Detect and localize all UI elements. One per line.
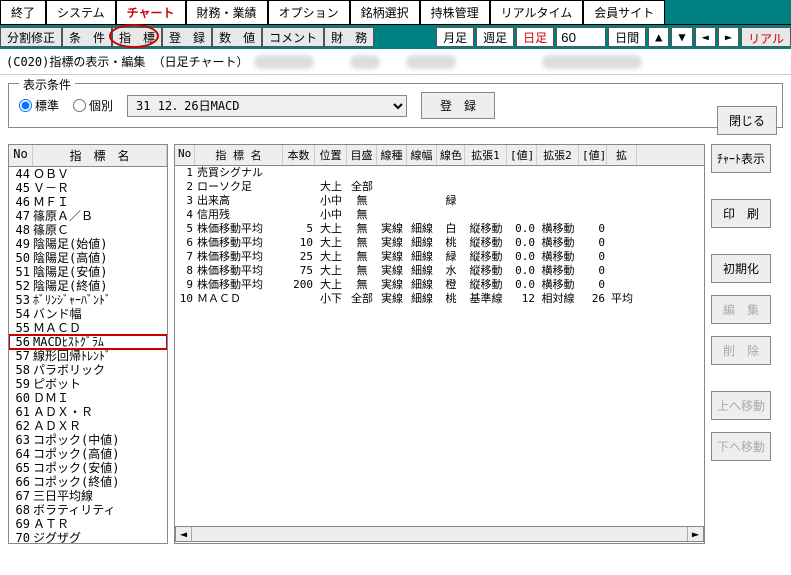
col-name: 指 標 名 [33,145,167,166]
condition-select[interactable]: 31 12．26日MACD [127,95,407,117]
catalog-row[interactable]: 61ＡＤＸ・Ｒ [9,405,167,419]
applied-row[interactable]: 5株価移動平均5大上無実線細線白縦移動0.0横移動0 [175,222,704,236]
toolbar-btn-0[interactable]: 分割修正 [0,27,62,47]
catalog-row[interactable]: 57線形回帰ﾄﾚﾝﾄﾞ [9,349,167,363]
nav-arrow-2[interactable]: ◄ [695,27,716,47]
catalog-row[interactable]: 52陰陽足(終値) [9,279,167,293]
applied-col-3: 位置 [315,145,347,165]
nav-arrow-0[interactable]: ▲ [648,27,669,47]
toolbar-btn-5[interactable]: コメント [262,27,324,47]
window-title: (C020)指標の表示・編集 （日足チャート） [6,53,248,70]
catalog-row[interactable]: 67三日平均線 [9,489,167,503]
indicator-catalog: No 指 標 名 44ＯＢＶ45Ｖ－Ｒ46ＭＦＩ47篠原Ａ／Ｂ48篠原Ｃ49陰陽… [8,144,168,544]
radio-individual[interactable]: 個別 [73,97,113,114]
applied-col-6: 線幅 [407,145,437,165]
close-button[interactable]: 閉じる [717,106,777,135]
catalog-row[interactable]: 48篠原Ｃ [9,223,167,237]
period-unit[interactable]: 日間 [608,27,646,47]
catalog-row[interactable]: 46ＭＦＩ [9,195,167,209]
applied-row[interactable]: 8株価移動平均75大上無実線細線水縦移動0.0横移動0 [175,264,704,278]
period-number[interactable] [556,27,606,47]
move-up-button[interactable]: 上へ移動 [711,391,771,420]
toolbar-btn-6[interactable]: 財 務 [324,27,374,47]
catalog-row[interactable]: 54バンド幅 [9,307,167,321]
applied-col-4: 目盛 [347,145,377,165]
catalog-row[interactable]: 68ボラティリティ [9,503,167,517]
applied-col-9: [値] [507,145,537,165]
top-tab-7[interactable]: リアルタイム [490,0,584,24]
applied-col-2: 本数 [283,145,315,165]
indicator-applied: No指 標 名本数位置目盛線種線幅線色拡張1[値]拡張2[値]拡 1売買シグナル… [174,144,705,544]
edit-button[interactable]: 編 集 [711,295,771,324]
catalog-row[interactable]: 69ＡＴＲ [9,517,167,531]
conditions-legend: 表示条件 [19,76,75,93]
catalog-row[interactable]: 47篠原Ａ／Ｂ [9,209,167,223]
top-tab-2[interactable]: チャート [116,0,186,24]
catalog-row[interactable]: 44ＯＢＶ [9,167,167,181]
period-btn-2[interactable]: 日足 [516,27,554,47]
applied-col-0: No [175,145,195,165]
applied-row[interactable]: 1売買シグナル [175,166,704,180]
toolbar-btn-2[interactable]: 指 標 [112,27,162,47]
catalog-row[interactable]: 49陰陽足(始値) [9,237,167,251]
applied-col-5: 線種 [377,145,407,165]
applied-col-1: 指 標 名 [195,145,283,165]
move-down-button[interactable]: 下へ移動 [711,432,771,461]
catalog-row[interactable]: 45Ｖ－Ｒ [9,181,167,195]
applied-col-12: 拡 [607,145,637,165]
catalog-row[interactable]: 56MACDﾋｽﾄｸﾞﾗﾑ [9,335,167,349]
top-tab-6[interactable]: 持株管理 [420,0,490,24]
applied-row[interactable]: 2ローソク足大上全部 [175,180,704,194]
catalog-row[interactable]: 64コポック(高値) [9,447,167,461]
catalog-row[interactable]: 55ＭＡＣＤ [9,321,167,335]
top-tab-5[interactable]: 銘柄選択 [350,0,420,24]
toolbar-btn-3[interactable]: 登 録 [162,27,212,47]
top-tab-4[interactable]: オプション [268,0,350,24]
top-tab-1[interactable]: システム [46,0,116,24]
applied-row[interactable]: 3出来高小中無緑 [175,194,704,208]
applied-row[interactable]: 4信用残小中無 [175,208,704,222]
catalog-row[interactable]: 66コポック(終値) [9,475,167,489]
catalog-row[interactable]: 65コポック(安値) [9,461,167,475]
applied-row[interactable]: 6株価移動平均10大上無実線細線桃縦移動0.0横移動0 [175,236,704,250]
toolbar-btn-4[interactable]: 数 値 [212,27,262,47]
scroll-left-icon[interactable]: ◄ [176,527,192,541]
col-no: No [9,145,33,166]
top-tab-8[interactable]: 会員サイト [583,0,665,24]
applied-row[interactable]: 9株価移動平均200大上無実線細線橙縦移動0.0横移動0 [175,278,704,292]
toolbar-btn-1[interactable]: 条 件 [62,27,112,47]
real-button[interactable]: リアル [741,27,791,47]
nav-arrow-3[interactable]: ► [718,27,739,47]
nav-arrow-1[interactable]: ▼ [671,27,692,47]
applied-col-11: [値] [579,145,607,165]
applied-col-8: 拡張1 [465,145,507,165]
conditions-group: 表示条件 標準 個別 31 12．26日MACD 登 録 [8,83,783,128]
catalog-row[interactable]: 70ジグザグ [9,531,167,544]
catalog-row[interactable]: 50陰陽足(高値) [9,251,167,265]
register-button[interactable]: 登 録 [421,92,495,119]
catalog-row[interactable]: 53ﾎﾞﾘﾝｼﾞｬｰﾊﾞﾝﾄﾞ [9,293,167,307]
delete-button[interactable]: 削 除 [711,336,771,365]
catalog-row[interactable]: 62ＡＤＸＲ [9,419,167,433]
period-btn-0[interactable]: 月足 [436,27,474,47]
catalog-row[interactable]: 58パラボリック [9,363,167,377]
applied-row[interactable]: 10ＭＡＣＤ小下全部実線細線桃基準線12相対線26平均 [175,292,704,306]
catalog-row[interactable]: 59ピボット [9,377,167,391]
top-tab-0[interactable]: 終了 [0,0,46,24]
print-button[interactable]: 印 刷 [711,199,771,228]
applied-row[interactable]: 7株価移動平均25大上無実線細線緑縦移動0.0横移動0 [175,250,704,264]
init-button[interactable]: 初期化 [711,254,771,283]
chart-show-button[interactable]: ﾁｬｰﾄ表示 [711,144,771,173]
catalog-row[interactable]: 60ＤＭＩ [9,391,167,405]
applied-col-7: 線色 [437,145,465,165]
top-tab-3[interactable]: 財務・業績 [186,0,268,24]
scroll-right-icon[interactable]: ► [687,527,703,541]
applied-col-10: 拡張2 [537,145,579,165]
radio-standard[interactable]: 標準 [19,97,59,114]
catalog-row[interactable]: 63コポック(中値) [9,433,167,447]
catalog-row[interactable]: 51陰陽足(安値) [9,265,167,279]
period-btn-1[interactable]: 週足 [476,27,514,47]
